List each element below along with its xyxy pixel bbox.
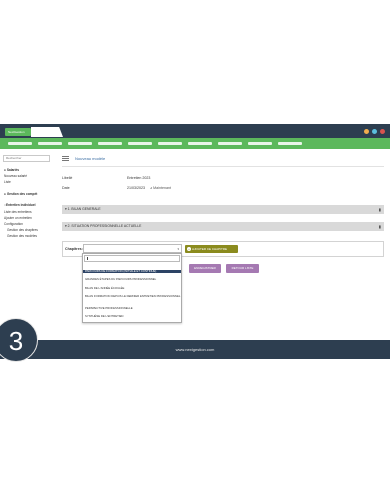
chevron-down-icon: ▾	[177, 247, 179, 251]
sidebar-item-gestion-modeles[interactable]: Gestion des modèles	[7, 234, 37, 238]
minimize-button[interactable]	[364, 129, 369, 134]
dropdown-option[interactable]: BILAN DE L'ANNÉE ÉCOULÉE	[83, 286, 181, 290]
sidebar-item-entretien[interactable]: ○Entretien individuel	[4, 203, 36, 207]
back-to-list-button[interactable]: RETOUR LISTE	[226, 264, 259, 273]
screenshot-page: NextGestion Rechercher ● Salariés Nouvea…	[0, 0, 390, 484]
section-title: ▾ 2. SITUATION PROFESSIONNELLE ACTUELLE	[65, 224, 142, 228]
dropdown-option[interactable]: BILAN FORMATION DEPUIS LE DERNIER ENTRET…	[83, 294, 181, 298]
nav-item[interactable]	[158, 142, 182, 145]
nav-item[interactable]	[68, 142, 92, 145]
nav-item[interactable]	[38, 142, 62, 145]
sidebar-search-select[interactable]: Rechercher	[3, 155, 50, 162]
nav-item[interactable]	[8, 142, 32, 145]
date-input[interactable]: 21/03/2023	[127, 186, 145, 190]
divider	[62, 166, 384, 167]
maximize-button[interactable]	[372, 129, 377, 134]
dropdown-search-input[interactable]	[84, 255, 180, 262]
section-bilan-generale[interactable]: ▾ 1. BILAN GENERALE ▮	[62, 205, 384, 214]
nav-item[interactable]	[278, 142, 302, 145]
nav-item[interactable]	[218, 142, 242, 145]
new-tab[interactable]	[31, 127, 63, 137]
add-chapter-button[interactable]: + AJOUTER CE CHAPITRE	[185, 245, 238, 253]
step-number: 3	[8, 326, 24, 356]
text-cursor	[87, 257, 88, 260]
footer-website: www.nextgestion.com	[175, 347, 215, 352]
dropdown-option[interactable]: PERSPECTIVE PROFESSIONNELLE	[83, 306, 181, 310]
trash-icon[interactable]: ▮	[379, 207, 381, 212]
dropdown-option[interactable]: GRANDES ÉTAPES DU PARCOURS PROFESSIONNEL	[83, 277, 181, 281]
sidebar-item-liste[interactable]: Liste	[4, 180, 11, 184]
sidebar-item-nouveau-salarie[interactable]: Nouveau salarié	[4, 174, 27, 178]
sidebar-item-liste-entretiens[interactable]: Liste des entretiens	[4, 210, 32, 214]
maintenant-link[interactable]: ◕ Maintenant	[150, 186, 171, 190]
dropdown-option[interactable]: PARCOURS DE FORMATION (INITIALE ET CONTI…	[83, 269, 181, 274]
chapitres-label: Chapitres:	[65, 247, 83, 251]
section-title: ▾ 1. BILAN GENERALE	[65, 207, 101, 211]
trash-icon[interactable]: ▮	[379, 224, 381, 229]
sidebar-item-ajouter-entretien[interactable]: Ajouter un entretien	[4, 216, 32, 220]
sidebar-item-gestion-chapitres[interactable]: Gestion des chapitres	[7, 228, 38, 232]
nav-item[interactable]	[188, 142, 212, 145]
date-label: Date	[62, 186, 70, 190]
nav-item[interactable]	[128, 142, 152, 145]
chapitres-select[interactable]: ▾	[83, 244, 182, 253]
sidebar-item-configuration[interactable]: Configuration	[4, 222, 23, 226]
plus-icon: +	[187, 247, 191, 252]
list-icon	[62, 156, 69, 161]
dropdown-option[interactable]: SYNTHÈSE DE L'ENTRETIEN	[83, 314, 181, 318]
close-button[interactable]	[380, 129, 385, 134]
sidebar-item-salaries[interactable]: ● Salariés	[4, 168, 19, 172]
sidebar-item-competences[interactable]: ● Gestion des compét	[4, 192, 37, 196]
nav-item[interactable]	[248, 142, 272, 145]
app-tab[interactable]: NextGestion	[5, 128, 31, 136]
section-situation-pro[interactable]: ▾ 2. SITUATION PROFESSIONNELLE ACTUELLE …	[62, 222, 384, 231]
page-title: Nouveau modèle	[75, 156, 106, 161]
save-button[interactable]: ENREGISTRER	[189, 264, 221, 273]
libelle-label: Libellé	[62, 176, 73, 180]
libelle-input[interactable]: Entretien 2023	[127, 176, 150, 180]
nav-item[interactable]	[98, 142, 122, 145]
